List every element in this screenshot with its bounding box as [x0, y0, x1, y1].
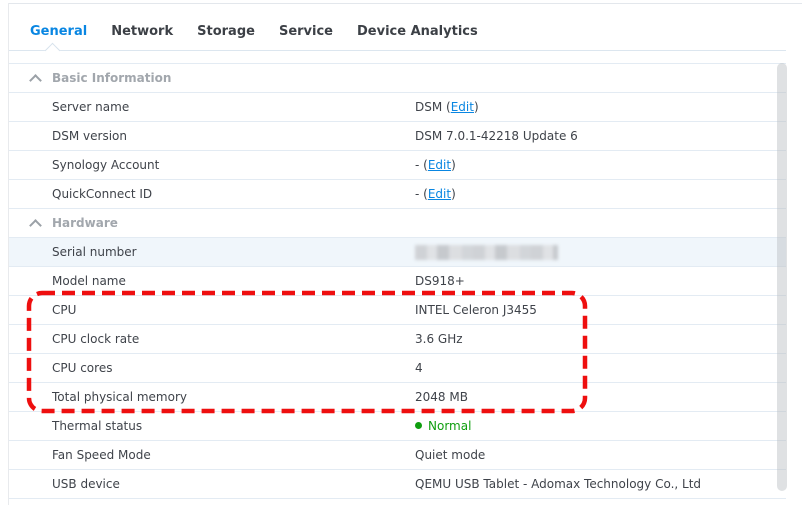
- table-row-fan-speed-mode: Fan Speed Mode Quiet mode: [9, 441, 786, 470]
- row-value: - (Edit): [415, 151, 456, 179]
- row-label: Model name: [52, 267, 126, 295]
- section-header-hardware[interactable]: Hardware: [9, 209, 786, 238]
- value-text: ): [451, 187, 456, 201]
- row-value: Quiet mode: [415, 441, 485, 469]
- edit-link[interactable]: Edit: [428, 187, 451, 201]
- table-row-synology-account: Synology Account - (Edit): [9, 151, 786, 180]
- chevron-up-icon: [29, 219, 42, 232]
- table-row-usb-device: USB device QEMU USB Tablet - Adomax Tech…: [9, 470, 786, 499]
- row-value: 3.6 GHz: [415, 325, 463, 353]
- tab-storage[interactable]: Storage: [197, 24, 255, 39]
- value-text: - (: [415, 158, 428, 172]
- row-value: DSM (Edit): [415, 93, 479, 121]
- tab-general[interactable]: General: [30, 24, 87, 39]
- info-center-general-panel: General Network Storage Service Device A…: [0, 0, 802, 505]
- row-value: QEMU USB Tablet - Adomax Technology Co.,…: [415, 470, 701, 498]
- row-value: INTEL Celeron J3455: [415, 296, 537, 324]
- tab-service[interactable]: Service: [279, 24, 333, 39]
- redacted-serial-blur: [415, 245, 558, 260]
- status-text: Normal: [428, 419, 471, 433]
- value-text: DSM (: [415, 100, 451, 114]
- row-label: Serial number: [52, 238, 137, 266]
- table-row-dsm-version: DSM version DSM 7.0.1-42218 Update 6: [9, 122, 786, 151]
- row-value: 2048 MB: [415, 383, 468, 411]
- table-row-quickconnect-id: QuickConnect ID - (Edit): [9, 180, 786, 209]
- row-label: Total physical memory: [52, 383, 187, 411]
- tab-divider-line: [9, 50, 786, 51]
- row-value: Normal: [415, 412, 471, 440]
- row-label: CPU clock rate: [52, 325, 139, 353]
- tab-bar: General Network Storage Service Device A…: [30, 24, 478, 39]
- value-text: ): [474, 100, 479, 114]
- row-value: - (Edit): [415, 180, 456, 208]
- table-row-cpu-cores: CPU cores 4: [9, 354, 786, 383]
- section-title: Basic Information: [52, 64, 171, 92]
- edit-link[interactable]: Edit: [428, 158, 451, 172]
- table-row-cpu-clock-rate: CPU clock rate 3.6 GHz: [9, 325, 786, 354]
- row-value: [415, 238, 558, 266]
- table-row-model-name: Model name DS918+: [9, 267, 786, 296]
- row-label: Server name: [52, 93, 129, 121]
- row-label: Synology Account: [52, 151, 159, 179]
- row-label: Fan Speed Mode: [52, 441, 151, 469]
- row-value: DSM 7.0.1-42218 Update 6: [415, 122, 578, 150]
- edit-link[interactable]: Edit: [451, 100, 474, 114]
- table-row-server-name: Server name DSM (Edit): [9, 93, 786, 122]
- row-label: USB device: [52, 470, 120, 498]
- panel-top-border: [8, 3, 802, 4]
- section-header-basic-information[interactable]: Basic Information: [9, 64, 786, 93]
- row-label: CPU: [52, 296, 76, 324]
- tab-device-analytics[interactable]: Device Analytics: [357, 24, 478, 39]
- row-label: CPU cores: [52, 354, 112, 382]
- status-dot-icon: [415, 422, 422, 429]
- row-label: Thermal status: [52, 412, 142, 440]
- value-text: - (: [415, 187, 428, 201]
- row-value: DS918+: [415, 267, 465, 295]
- section-title: Hardware: [52, 209, 118, 237]
- system-info-table: Basic Information Server name DSM (Edit)…: [9, 63, 786, 499]
- row-value: 4: [415, 354, 423, 382]
- table-row-thermal-status: Thermal status Normal: [9, 412, 786, 441]
- row-label: QuickConnect ID: [52, 180, 152, 208]
- value-text: ): [451, 158, 456, 172]
- active-tab-notch: [45, 43, 61, 59]
- chevron-up-icon: [29, 74, 42, 87]
- vertical-scrollbar-thumb[interactable]: [777, 63, 787, 491]
- tab-network[interactable]: Network: [111, 24, 173, 39]
- table-row-total-physical-memory: Total physical memory 2048 MB: [9, 383, 786, 412]
- table-row-serial-number: Serial number: [9, 238, 786, 267]
- row-label: DSM version: [52, 122, 127, 150]
- table-row-cpu: CPU INTEL Celeron J3455: [9, 296, 786, 325]
